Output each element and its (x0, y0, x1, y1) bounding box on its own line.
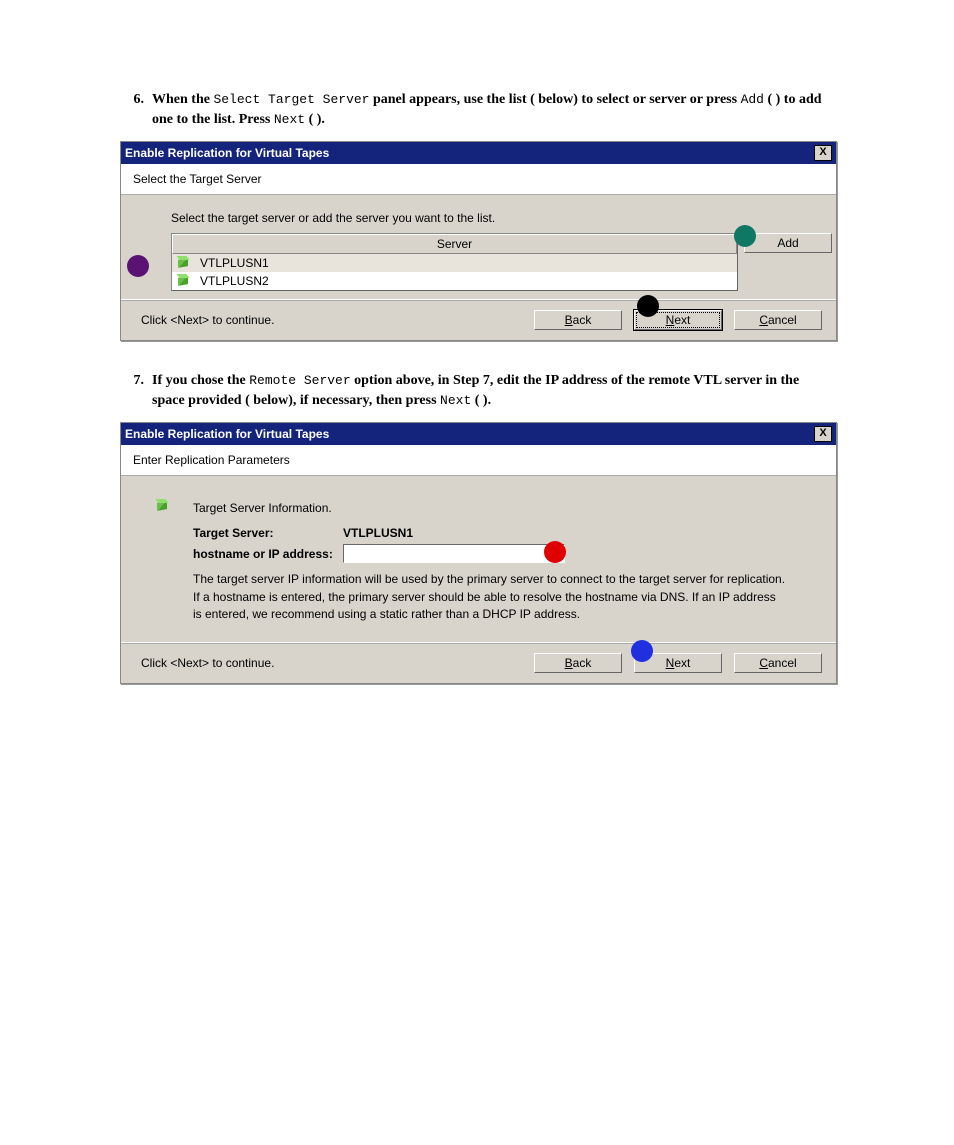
description-text: The target server IP information will be… (193, 565, 786, 623)
dialog-body: Select the target server or add the serv… (121, 195, 836, 299)
section-title: Target Server Information. (193, 501, 332, 515)
server-icon (176, 273, 192, 289)
add-button[interactable]: Add (744, 233, 832, 253)
step-body: When the Select Target Server panel appe… (152, 90, 834, 129)
next-button[interactable]: Next (634, 310, 722, 330)
step-7: 7. If you chose the Remote Server option… (120, 371, 834, 410)
server-name: VTLPLUSN1 (200, 256, 269, 270)
dialog-footer: Click <Next> to continue. Back Next Canc… (121, 299, 836, 340)
target-server-label: Target Server: (193, 526, 343, 540)
server-row[interactable]: VTLPLUSN1 (172, 254, 737, 272)
callout-dot (637, 295, 659, 317)
dialog-footer: Click <Next> to continue. Back Next Canc… (121, 642, 836, 683)
dialog-title: Enable Replication for Virtual Tapes (125, 146, 329, 160)
server-name: VTLPLUSN2 (200, 274, 269, 288)
instruction-text: Select the target server or add the serv… (139, 209, 818, 233)
server-icon (176, 255, 192, 271)
server-list[interactable]: Server VTLPLUSN1 VTLPLUSN2 (171, 233, 738, 291)
back-button[interactable]: Back (534, 310, 622, 330)
dialog-subtitle: Select the Target Server (121, 164, 836, 195)
dialog-subtitle: Enter Replication Parameters (121, 445, 836, 476)
callout-dot (544, 541, 566, 563)
step-number: 7. (120, 371, 152, 410)
dialog-title: Enable Replication for Virtual Tapes (125, 427, 329, 441)
cancel-button[interactable]: Cancel (734, 653, 822, 673)
column-header-server: Server (172, 234, 737, 254)
step-6: 6. When the Select Target Server panel a… (120, 90, 834, 129)
step-body: If you chose the Remote Server option ab… (152, 371, 834, 410)
close-icon[interactable]: X (814, 145, 832, 161)
ip-address-label: hostname or IP address: (193, 547, 343, 561)
step-number: 6. (120, 90, 152, 129)
next-button[interactable]: Next (634, 653, 722, 673)
footer-hint: Click <Next> to continue. (135, 656, 534, 670)
target-server-value: VTLPLUSN1 (343, 526, 413, 540)
callout-dot (631, 640, 653, 662)
close-icon[interactable]: X (814, 426, 832, 442)
titlebar: Enable Replication for Virtual Tapes X (121, 423, 836, 445)
dialog-select-target-server: Enable Replication for Virtual Tapes X S… (120, 141, 837, 341)
cancel-button[interactable]: Cancel (734, 310, 822, 330)
ip-address-input[interactable] (343, 544, 565, 563)
dialog-replication-parameters: Enable Replication for Virtual Tapes X E… (120, 422, 837, 683)
dialog-body: Target Server Information. Target Server… (121, 476, 836, 641)
titlebar: Enable Replication for Virtual Tapes X (121, 142, 836, 164)
back-button[interactable]: Back (534, 653, 622, 673)
callout-dot (127, 255, 149, 277)
server-icon (155, 498, 175, 518)
server-row[interactable]: VTLPLUSN2 (172, 272, 737, 290)
footer-hint: Click <Next> to continue. (135, 313, 534, 327)
